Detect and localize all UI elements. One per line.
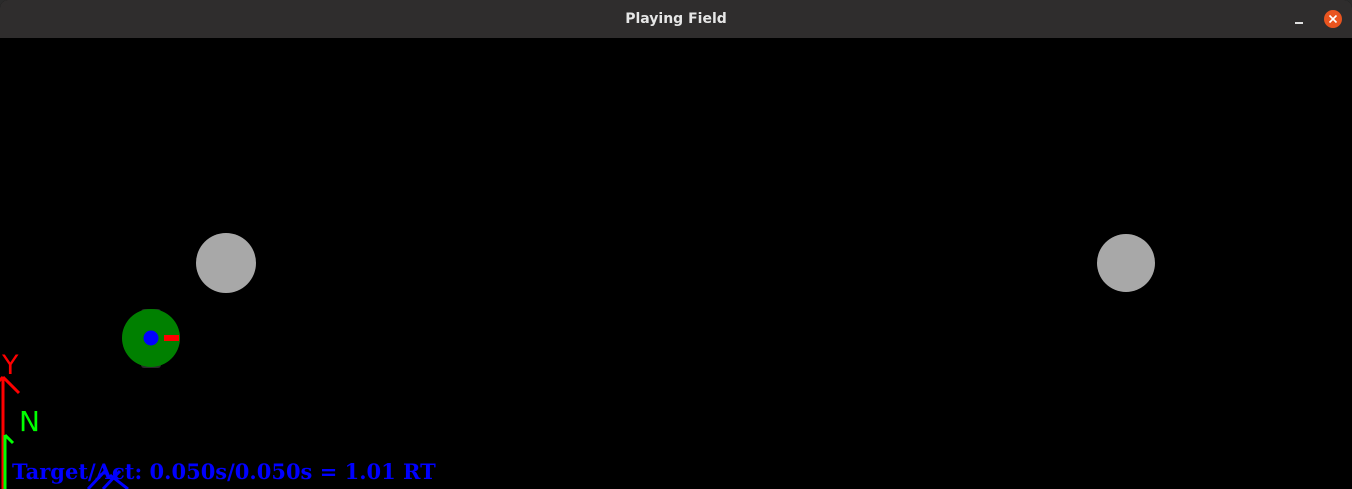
robot-center [143, 330, 159, 346]
robot [122, 309, 180, 368]
robot-heading-indicator [164, 335, 179, 341]
playing-field-canvas[interactable]: Y N Target/Act: 0.050s/0.050s = 1.01 RT [0, 38, 1352, 489]
close-button[interactable] [1324, 10, 1342, 28]
realtime-status-text: Target/Act: 0.050s/0.050s = 1.01 RT [12, 459, 436, 484]
obstacle-right [1097, 234, 1155, 292]
title-bar[interactable]: Playing Field [0, 0, 1352, 39]
n-axis-label: N [19, 405, 40, 438]
obstacle-left [196, 233, 256, 293]
playing-field-window: Playing Field Y N Target/Act: 0.050s/0.0… [0, 0, 1352, 489]
y-axis-label: Y [1, 350, 19, 381]
window-title: Playing Field [625, 11, 727, 27]
minimize-button[interactable] [1290, 11, 1308, 29]
field-drawing: Y N [0, 233, 1155, 489]
close-icon [1328, 14, 1338, 24]
